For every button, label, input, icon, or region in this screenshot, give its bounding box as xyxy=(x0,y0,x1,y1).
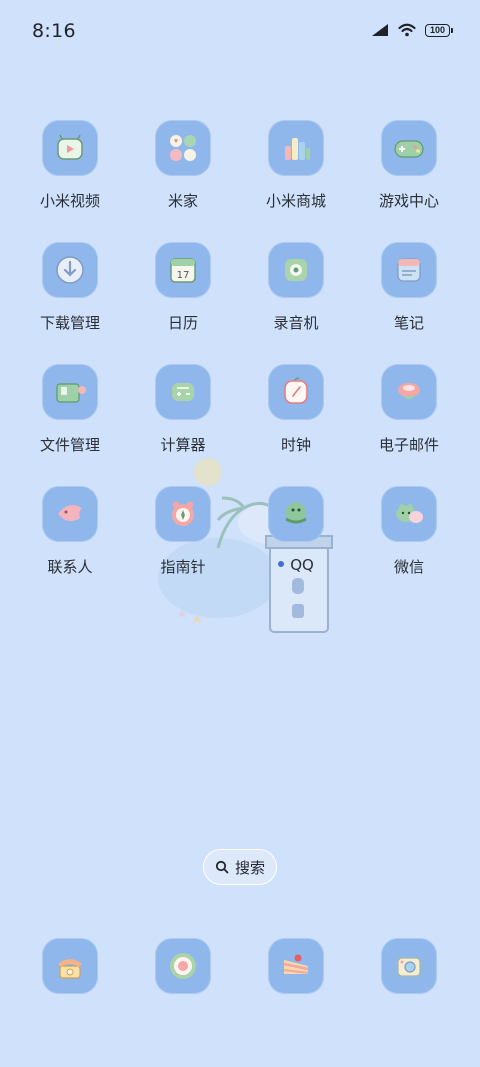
app-label: 联系人 xyxy=(47,558,93,576)
search-label: 搜索 xyxy=(234,858,265,877)
app-compass[interactable]: 指南针 xyxy=(127,486,239,598)
app-clock[interactable]: 时钟 xyxy=(240,364,352,476)
battery-level: 100 xyxy=(429,24,446,35)
battery-icon: 100 xyxy=(425,23,453,37)
app-email[interactable]: 电子邮件 xyxy=(353,364,465,476)
app-contacts[interactable]: 联系人 xyxy=(14,486,126,598)
mi-store-icon xyxy=(268,120,324,176)
recorder-icon xyxy=(268,242,324,298)
wechat-icon xyxy=(381,486,437,542)
app-download-manager[interactable]: 下载管理 xyxy=(14,242,126,354)
app-label: 游戏中心 xyxy=(378,192,439,210)
download-manager-icon xyxy=(42,242,98,298)
dock-phone[interactable] xyxy=(14,938,126,1050)
phone-icon xyxy=(42,938,98,994)
compass-icon xyxy=(155,486,211,542)
gallery-cake-icon xyxy=(268,938,324,994)
app-label: 小米商城 xyxy=(265,192,326,210)
app-label-text: QQ xyxy=(290,556,314,574)
app-file-manager[interactable]: 文件管理 xyxy=(14,364,126,476)
clock-icon xyxy=(268,364,324,420)
app-label: 下载管理 xyxy=(39,314,100,332)
app-game-center[interactable]: 游戏中心 xyxy=(353,120,465,232)
new-notification-dot xyxy=(278,560,285,567)
wifi-icon xyxy=(398,23,416,37)
mijia-icon xyxy=(155,120,211,176)
game-center-icon xyxy=(381,120,437,176)
email-icon xyxy=(381,364,437,420)
search-icon xyxy=(215,860,229,874)
camera-icon xyxy=(381,938,437,994)
dock-gallery[interactable] xyxy=(240,938,352,1050)
status-icons: 100 xyxy=(371,23,453,37)
app-label: 指南针 xyxy=(160,558,206,576)
file-manager-icon xyxy=(42,364,98,420)
browser-icon xyxy=(155,938,211,994)
app-label: 微信 xyxy=(393,558,424,576)
app-mi-video[interactable]: 小米视频 xyxy=(14,120,126,232)
app-label: 时钟 xyxy=(280,436,311,454)
dock xyxy=(0,938,480,994)
app-label: 录音机 xyxy=(273,314,319,332)
app-label: 计算器 xyxy=(160,436,206,454)
dock-camera[interactable] xyxy=(353,938,465,1050)
status-time: 8:16 xyxy=(32,20,76,42)
app-wechat[interactable]: 微信 xyxy=(353,486,465,598)
contacts-icon xyxy=(42,486,98,542)
app-label: 日历 xyxy=(167,314,198,332)
calendar-day: 17 xyxy=(177,270,190,281)
cellular-signal-icon xyxy=(372,24,388,36)
app-label: QQ xyxy=(240,556,352,574)
calendar-icon: 17 xyxy=(155,242,211,298)
app-mijia[interactable]: 米家 xyxy=(127,120,239,232)
calculator-icon xyxy=(155,364,211,420)
app-label: 文件管理 xyxy=(39,436,100,454)
search-button[interactable]: 搜索 xyxy=(203,849,277,885)
mi-video-icon xyxy=(42,120,98,176)
status-bar: 8:16 100 xyxy=(0,0,480,68)
dock-browser[interactable] xyxy=(127,938,239,1050)
app-notes[interactable]: 笔记 xyxy=(353,242,465,354)
app-calendar[interactable]: 17 日历 xyxy=(127,242,239,354)
app-label: 米家 xyxy=(167,192,198,210)
app-label: 笔记 xyxy=(393,314,424,332)
qq-icon xyxy=(268,486,324,542)
app-label: 小米视频 xyxy=(39,192,100,210)
app-label: 电子邮件 xyxy=(378,436,439,454)
app-mi-store[interactable]: 小米商城 xyxy=(240,120,352,232)
app-qq[interactable]: QQ xyxy=(240,486,352,598)
notes-icon xyxy=(381,242,437,298)
app-calculator[interactable]: 计算器 xyxy=(127,364,239,476)
app-recorder[interactable]: 录音机 xyxy=(240,242,352,354)
